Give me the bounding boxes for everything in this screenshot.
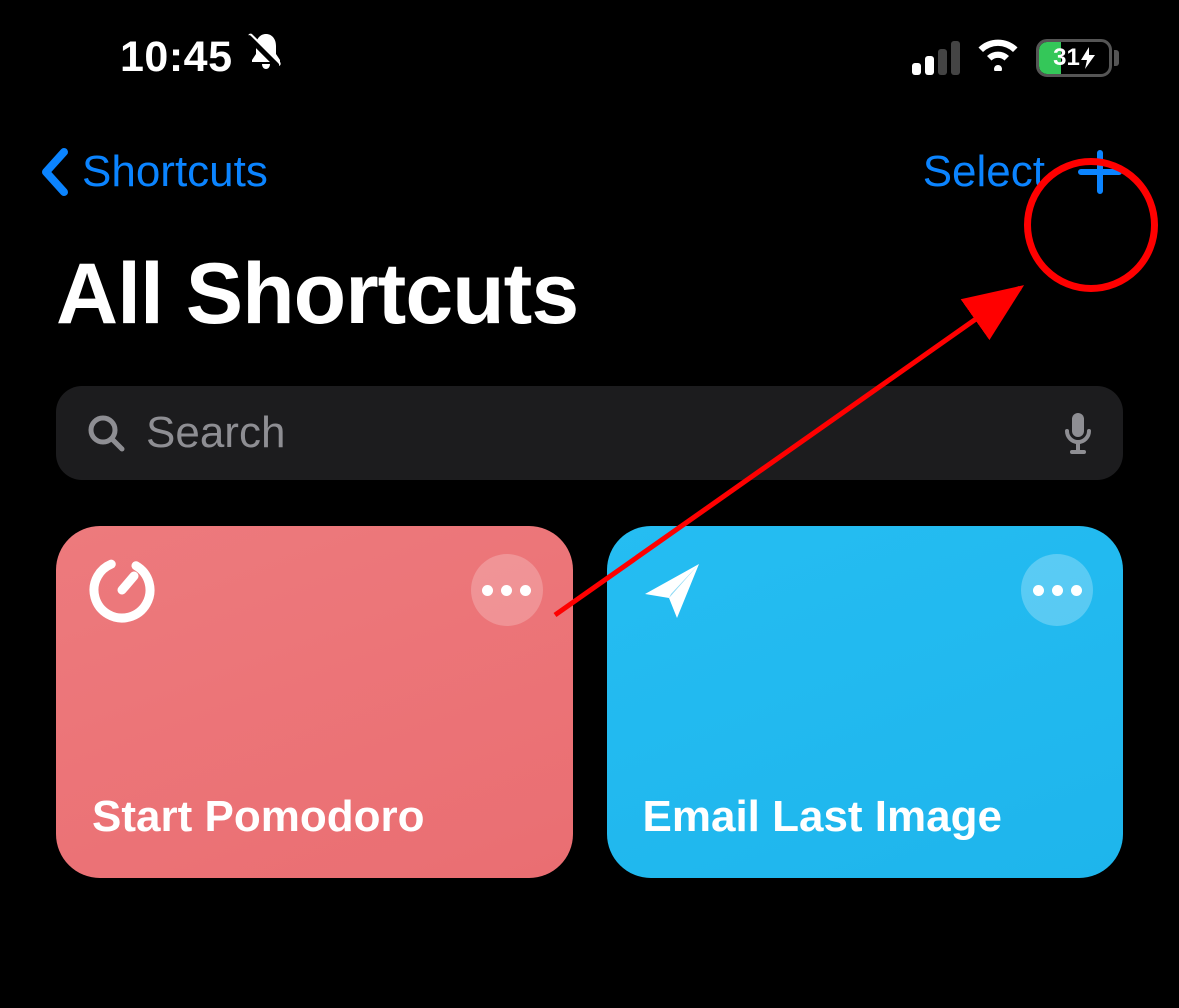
search-input[interactable] [146, 408, 1043, 458]
add-shortcut-button[interactable] [1073, 145, 1127, 199]
battery-percent: 31 [1053, 44, 1080, 72]
shortcut-card-pomodoro[interactable]: Start Pomodoro [56, 526, 573, 878]
send-icon [637, 554, 709, 626]
shortcut-label: Start Pomodoro [86, 792, 543, 850]
battery-indicator: 31 [1036, 39, 1119, 77]
shortcut-label: Email Last Image [637, 792, 1094, 850]
search-icon [86, 413, 126, 453]
select-button[interactable]: Select [923, 147, 1045, 197]
back-label: Shortcuts [82, 147, 268, 197]
shortcuts-grid: Start Pomodoro Email Last Image [0, 480, 1179, 878]
more-button[interactable] [1021, 554, 1093, 626]
wifi-icon [974, 33, 1022, 82]
silent-bell-icon [246, 30, 286, 85]
nav-bar: Shortcuts Select [0, 115, 1179, 209]
page-title: All Shortcuts [0, 209, 1179, 364]
chevron-left-icon [36, 146, 72, 198]
status-right: 31 [912, 33, 1119, 82]
shortcut-card-email-image[interactable]: Email Last Image [607, 526, 1124, 878]
back-button[interactable]: Shortcuts [36, 146, 268, 198]
cellular-signal-icon [912, 41, 960, 75]
more-button[interactable] [471, 554, 543, 626]
timer-icon [86, 554, 158, 626]
search-bar[interactable] [56, 386, 1123, 480]
status-bar: 10:45 [0, 0, 1179, 115]
microphone-icon[interactable] [1063, 411, 1093, 455]
plus-icon [1075, 147, 1125, 197]
shortcuts-app-screen: 10:45 [0, 0, 1179, 1008]
status-time: 10:45 [120, 33, 232, 82]
status-left: 10:45 [120, 30, 286, 85]
charging-bolt-icon [1081, 47, 1095, 69]
